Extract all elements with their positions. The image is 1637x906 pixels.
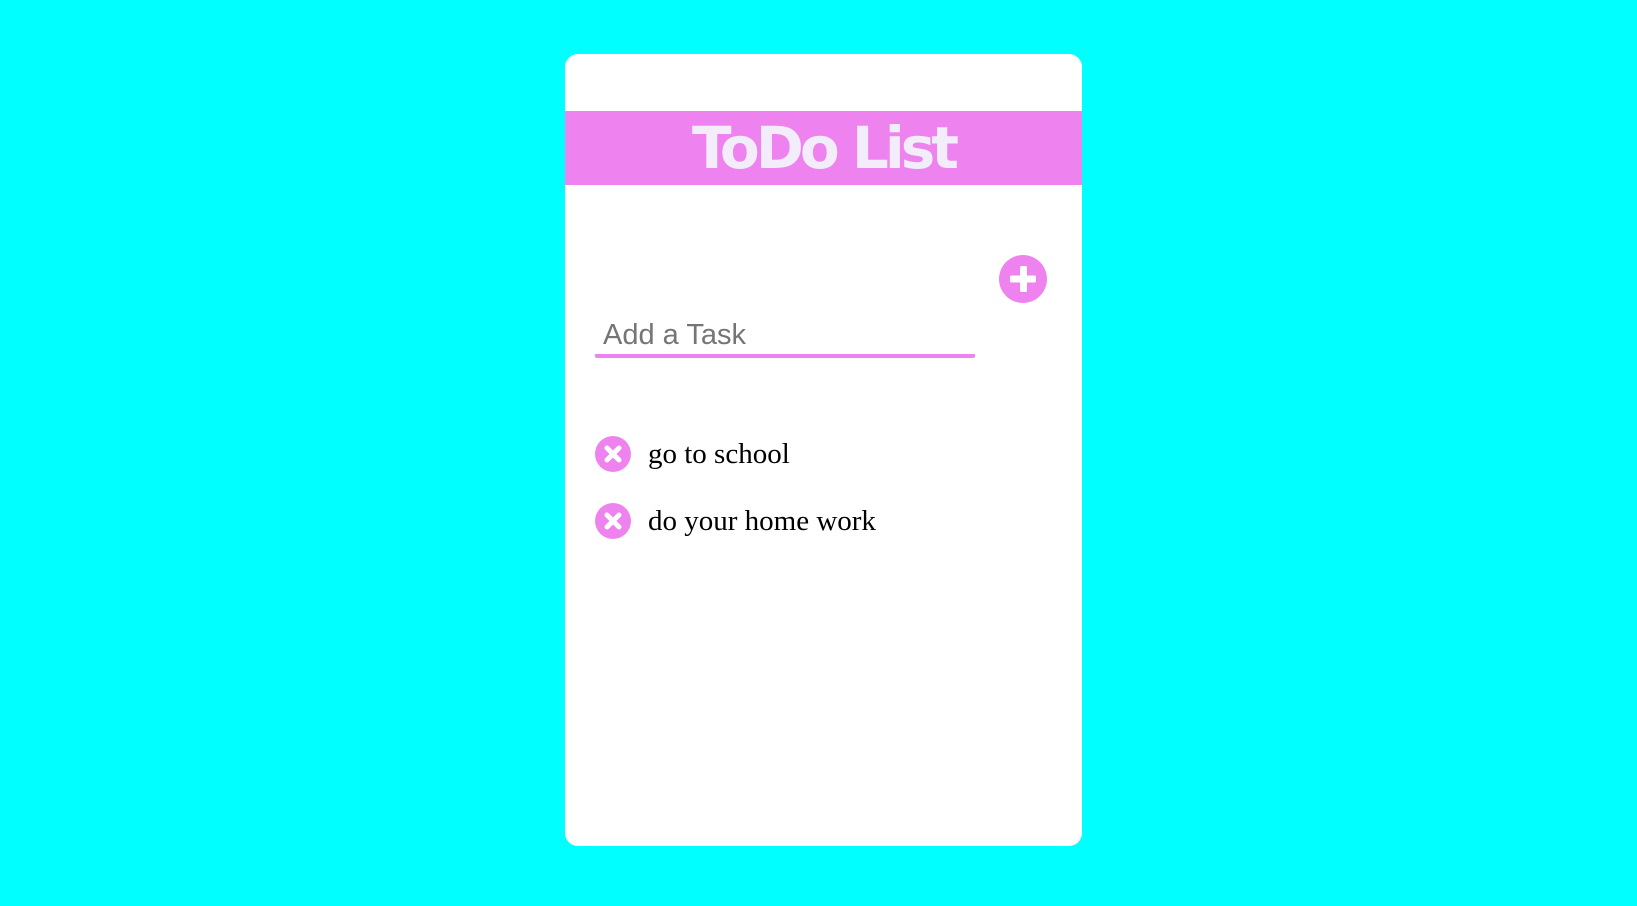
add-task-button[interactable] [999,255,1047,303]
page-title: ToDo List [692,114,959,182]
header-bar: ToDo List [565,111,1082,185]
list-item: do your home work [595,503,876,539]
remove-task-button[interactable] [595,503,631,539]
task-input[interactable] [595,316,975,358]
close-icon [604,445,622,463]
todo-card: ToDo List go to school [565,54,1082,846]
close-icon [604,512,622,530]
plus-icon [1010,266,1036,292]
task-list: go to school do your home work [595,436,876,570]
list-item: go to school [595,436,876,472]
remove-task-button[interactable] [595,436,631,472]
task-label: do your home work [648,504,876,537]
task-label: go to school [648,437,790,470]
